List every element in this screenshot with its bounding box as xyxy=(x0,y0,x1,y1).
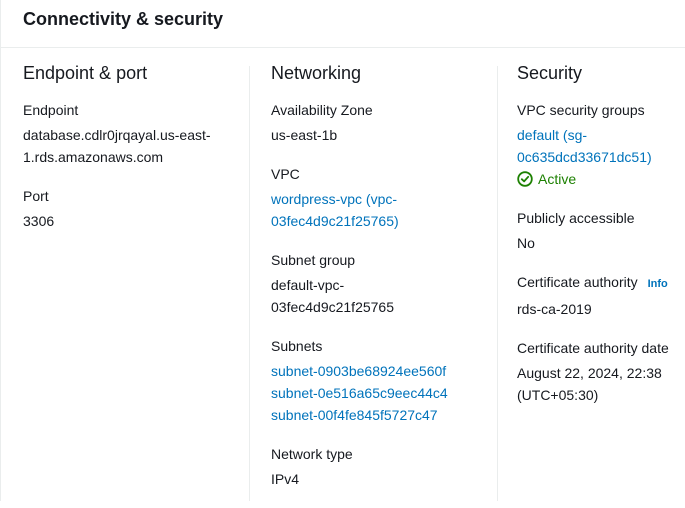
endpoint-label: Endpoint xyxy=(23,102,79,118)
security-group-link[interactable]: default (sg- 0c635dcd33671dc51) xyxy=(517,124,685,168)
subnets-field: Subnets subnet-0903be68924ee560f subnet-… xyxy=(271,336,497,426)
vpc-link-line: wordpress-vpc (vpc- xyxy=(271,191,398,207)
security-group-link-line: default (sg- xyxy=(517,127,588,143)
subnet-link[interactable]: subnet-0e516a65c9eec44c4 xyxy=(271,382,497,404)
security-group-status: Active xyxy=(517,168,685,190)
port-value: 3306 xyxy=(23,213,55,229)
certificate-authority-label-text: Certificate authority xyxy=(517,274,638,290)
certificate-authority-date-line: August 22, 2024, 22:38 xyxy=(517,365,662,381)
panel-title: Connectivity & security xyxy=(23,9,224,29)
availability-zone-value: us-east-1b xyxy=(271,127,338,143)
subnet-link[interactable]: subnet-0903be68924ee560f xyxy=(271,360,497,382)
info-link[interactable]: Info xyxy=(648,278,668,290)
panel-header: Connectivity & security xyxy=(1,0,685,48)
subnet-group-line: 03fec4d9c21f25765 xyxy=(271,299,394,315)
vpc-link-line: 03fec4d9c21f25765) xyxy=(271,213,399,229)
publicly-accessible-value: No xyxy=(517,235,535,251)
status-text: Active xyxy=(538,171,577,187)
networking-column: Networking Availability Zone us-east-1b … xyxy=(271,60,497,508)
endpoint-value: database.cdlr0jrqayal.us-east- 1.rds.ama… xyxy=(23,124,249,168)
security-groups-field: VPC security groups default (sg- 0c635dc… xyxy=(517,100,685,190)
endpoint-field: Endpoint database.cdlr0jrqayal.us-east- … xyxy=(23,100,249,168)
availability-zone-field: Availability Zone us-east-1b xyxy=(271,100,497,146)
network-type-field: Network type IPv4 xyxy=(271,444,497,490)
availability-zone-label: Availability Zone xyxy=(271,102,373,118)
endpoint-port-heading: Endpoint & port xyxy=(23,63,148,83)
endpoint-value-line: 1.rds.amazonaws.com xyxy=(23,149,164,165)
publicly-accessible-field: Publicly accessible No xyxy=(517,208,685,254)
endpoint-value-line: database.cdlr0jrqayal.us-east- xyxy=(23,127,211,143)
check-circle-icon xyxy=(517,171,533,187)
certificate-authority-value: rds-ca-2019 xyxy=(517,301,592,317)
vpc-link[interactable]: wordpress-vpc (vpc- 03fec4d9c21f25765) xyxy=(271,188,497,232)
subnet-group-label: Subnet group xyxy=(271,252,356,268)
network-type-label: Network type xyxy=(271,446,353,462)
certificate-authority-date-label: Certificate authority date xyxy=(517,340,669,356)
column-divider xyxy=(249,66,250,501)
security-column: Security VPC security groups default (sg… xyxy=(517,60,685,424)
column-divider xyxy=(497,66,498,501)
vpc-field: VPC wordpress-vpc (vpc- 03fec4d9c21f2576… xyxy=(271,164,497,232)
security-heading: Security xyxy=(517,63,583,83)
subnet-group-field: Subnet group default-vpc- 03fec4d9c21f25… xyxy=(271,250,497,318)
subnets-label: Subnets xyxy=(271,338,323,354)
security-groups-label: VPC security groups xyxy=(517,102,645,118)
certificate-authority-date-value: August 22, 2024, 22:38 (UTC+05:30) xyxy=(517,362,685,406)
security-group-link-line: 0c635dcd33671dc51) xyxy=(517,149,652,165)
certificate-authority-label: Certificate authority Info xyxy=(517,272,685,294)
vpc-label: VPC xyxy=(271,166,300,182)
networking-heading: Networking xyxy=(271,63,362,83)
port-label: Port xyxy=(23,188,49,204)
certificate-authority-field: Certificate authority Info rds-ca-2019 xyxy=(517,272,685,320)
publicly-accessible-label: Publicly accessible xyxy=(517,210,635,226)
connectivity-security-panel: Connectivity & security Endpoint & port … xyxy=(0,0,685,501)
port-field: Port 3306 xyxy=(23,186,249,232)
subnet-link[interactable]: subnet-00f4fe845f5727c47 xyxy=(271,404,497,426)
certificate-authority-date-line: (UTC+05:30) xyxy=(517,387,599,403)
certificate-authority-date-field: Certificate authority date August 22, 20… xyxy=(517,338,685,406)
endpoint-port-column: Endpoint & port Endpoint database.cdlr0j… xyxy=(23,60,249,250)
subnet-group-line: default-vpc- xyxy=(271,277,345,293)
subnet-group-value: default-vpc- 03fec4d9c21f25765 xyxy=(271,274,497,318)
network-type-value: IPv4 xyxy=(271,471,300,487)
